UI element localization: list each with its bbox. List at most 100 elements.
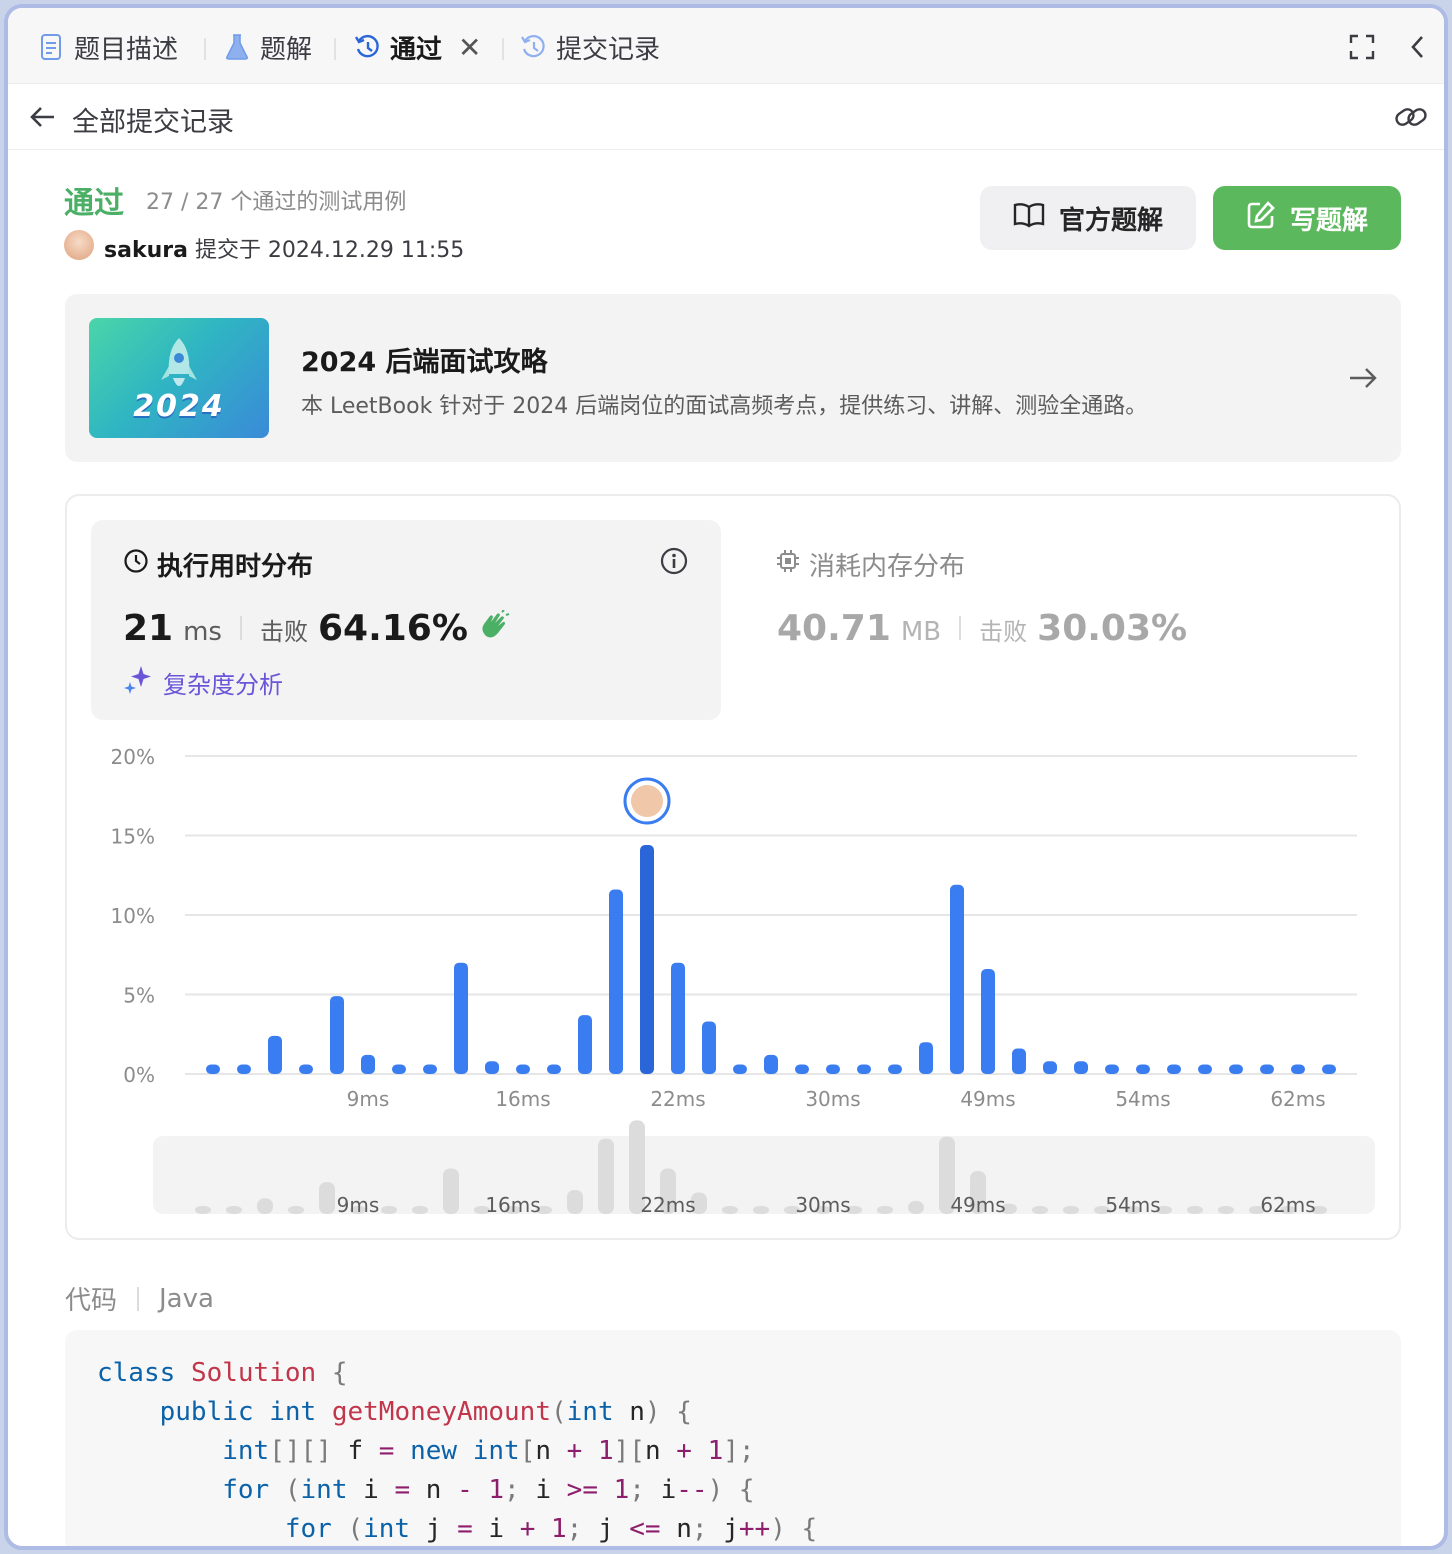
- bar: [206, 1064, 220, 1074]
- chip-icon: [775, 548, 801, 581]
- navigator-bar: [598, 1138, 614, 1214]
- y-tick-label: 5%: [123, 984, 155, 1008]
- navigator-bar: [319, 1182, 335, 1214]
- runtime-unit: ms: [183, 617, 222, 647]
- navigator-bar: [567, 1189, 583, 1214]
- fullscreen-icon[interactable]: [1348, 32, 1376, 62]
- runtime-title: 执行用时分布: [157, 552, 314, 582]
- tab-divider: [204, 38, 206, 60]
- bar: [950, 884, 964, 1074]
- navigator-tick-label: 9ms: [337, 1193, 380, 1217]
- arrow-right-icon[interactable]: [1347, 362, 1379, 394]
- leetbook-card[interactable]: 2024 2024 后端面试攻略 本 LeetBook 针对于 2024 后端岗…: [65, 294, 1401, 462]
- bar: [702, 1021, 716, 1074]
- code-line: class Solution {: [97, 1358, 348, 1388]
- tab-description[interactable]: 题目描述: [38, 30, 179, 65]
- submission-header: 全部提交记录: [8, 84, 1444, 150]
- navigator-bar: [877, 1206, 893, 1214]
- bar: [268, 1035, 282, 1074]
- tab-accepted-label: 通过: [390, 34, 443, 65]
- flask-icon: [224, 33, 250, 61]
- bar: [795, 1064, 809, 1074]
- tab-submissions[interactable]: 提交记录: [520, 30, 660, 65]
- bar: [640, 845, 654, 1074]
- page-title: 全部提交记录: [72, 107, 234, 138]
- leetbook-cover-text: 2024: [133, 389, 225, 424]
- bar: [857, 1064, 871, 1074]
- memory-heading[interactable]: 消耗内存分布: [775, 546, 965, 583]
- navigator-tick-label: 22ms: [640, 1193, 695, 1217]
- bar: [330, 996, 344, 1074]
- document-icon: [38, 33, 64, 61]
- navigator-bar: [443, 1168, 459, 1214]
- bar: [981, 969, 995, 1074]
- navigator-bar: [722, 1206, 738, 1214]
- runtime-heading: 执行用时分布: [123, 546, 313, 583]
- back-arrow-icon[interactable]: [28, 102, 58, 132]
- bar: [671, 962, 685, 1074]
- tab-solutions-label: 题解: [260, 34, 313, 65]
- memory-value: 40.71: [777, 608, 891, 649]
- write-solution-button[interactable]: 写题解: [1213, 186, 1401, 250]
- history-icon: [354, 33, 380, 61]
- code-block[interactable]: class Solution { public int getMoneyAmou…: [65, 1330, 1401, 1546]
- bar: [1012, 1048, 1026, 1074]
- bar: [888, 1064, 902, 1074]
- bar: [826, 1064, 840, 1074]
- code-label: 代码: [65, 1286, 118, 1316]
- clock-icon: [123, 548, 149, 581]
- tab-solutions[interactable]: 题解: [224, 30, 313, 65]
- x-tick-label: 9ms: [347, 1087, 390, 1111]
- bar: [1105, 1064, 1119, 1074]
- runtime-card[interactable]: 执行用时分布 21 ms 击败 64.16% 复杂度分析: [91, 520, 721, 720]
- divider: [137, 1286, 140, 1311]
- x-tick-label: 49ms: [960, 1087, 1015, 1111]
- history-icon: [520, 33, 546, 61]
- tab-accepted[interactable]: 通过 ✕: [354, 30, 481, 65]
- tab-bar: 题目描述 题解 通过 ✕ 提交记录: [8, 8, 1444, 84]
- edit-icon: [1246, 200, 1276, 237]
- navigator-bar: [1032, 1206, 1048, 1214]
- submit-time: 提交于 2024.12.29 11:55: [194, 238, 465, 263]
- tab-divider: [334, 38, 336, 60]
- x-tick-label: 22ms: [650, 1087, 705, 1111]
- runtime-beat-label: 击败: [259, 618, 308, 646]
- testcase-summary: 27 / 27 个通过的测试用例: [146, 190, 407, 215]
- close-icon[interactable]: ✕: [458, 31, 481, 64]
- clap-icon: [478, 609, 510, 644]
- code-line: public int getMoneyAmount(int n) {: [159, 1397, 692, 1427]
- bar: [1229, 1064, 1243, 1074]
- divider: [959, 616, 962, 640]
- bar: [516, 1064, 530, 1074]
- navigator-bar: [1063, 1206, 1079, 1214]
- memory-beat-percent: 30.03%: [1037, 608, 1188, 649]
- x-tick-label: 62ms: [1270, 1087, 1325, 1111]
- collapse-icon[interactable]: [1408, 32, 1428, 62]
- memory-unit: MB: [900, 617, 942, 647]
- avatar[interactable]: [64, 230, 94, 260]
- navigator-bar: [195, 1206, 211, 1214]
- y-tick-label: 15%: [111, 825, 155, 849]
- bar: [1322, 1064, 1336, 1074]
- navigator-bar: [908, 1201, 924, 1214]
- bar: [1074, 1061, 1088, 1074]
- book-icon: [1013, 202, 1045, 235]
- runtime-distribution-chart[interactable]: 0% 5% 10% 15% 20% 9ms 16ms 22ms 30ms 49ms 54ms 62ms…: [67, 726, 1399, 1236]
- tab-description-label: 题目描述: [74, 34, 179, 65]
- info-icon[interactable]: [659, 546, 689, 576]
- bar: [299, 1064, 313, 1074]
- link-icon[interactable]: [1394, 102, 1428, 132]
- code-language: Java: [159, 1283, 214, 1314]
- submission-panel: 题目描述 题解 通过 ✕ 提交记录 全部提交记录 通过 27 / 27 个通过的…: [4, 4, 1448, 1550]
- status-badge: 通过: [64, 186, 124, 221]
- username[interactable]: sakura: [104, 238, 188, 263]
- official-solution-button[interactable]: 官方题解: [980, 186, 1196, 250]
- y-tick-label: 10%: [111, 904, 155, 928]
- bar: [361, 1054, 375, 1074]
- bar: [237, 1064, 251, 1074]
- bar: [1167, 1064, 1181, 1074]
- sparkle-icon: [123, 664, 153, 700]
- rocket-icon: [161, 338, 197, 386]
- code-line: for (int j = i + 1; j <= n; j++) {: [284, 1514, 818, 1544]
- complexity-analysis-link[interactable]: 复杂度分析: [123, 664, 283, 700]
